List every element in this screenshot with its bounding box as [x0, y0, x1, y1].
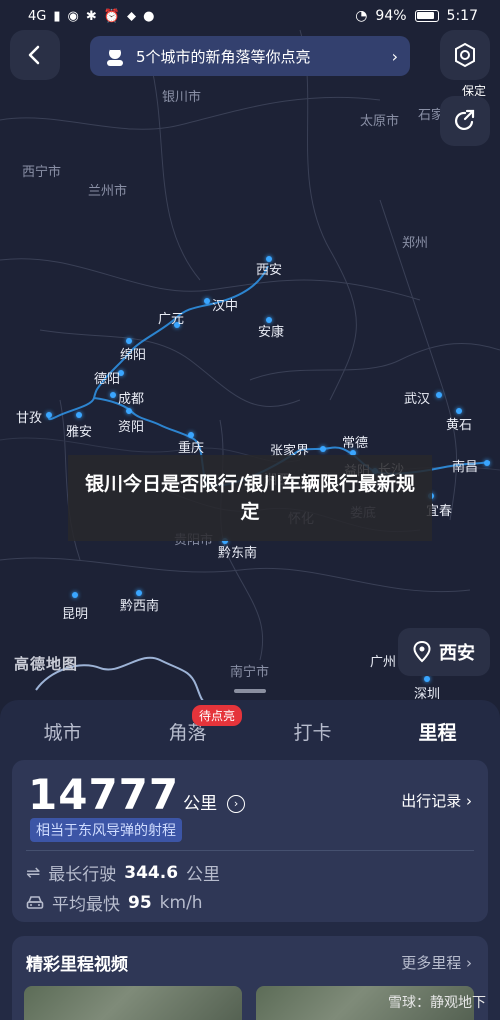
location-pin-icon — [413, 641, 431, 663]
city-nanchang: 南昌 — [452, 460, 479, 475]
banner-text: 5个城市的新角落等你点亮 — [136, 47, 311, 66]
distance-value: 14777 — [28, 770, 180, 819]
city-guangyuan: 广元 — [158, 312, 185, 327]
city-yaan: 雅安 — [66, 425, 93, 440]
mileage-stats-card: 14777 公里 › 出行记录 › 相当于东风导弹的射程 ⇌ 最长行驶 344.… — [12, 760, 488, 922]
gear-icon — [455, 42, 475, 68]
current-location-button[interactable]: 西安 — [398, 628, 490, 676]
more-videos-link[interactable]: 更多里程 › — [401, 952, 472, 973]
route-point — [72, 592, 78, 598]
chevron-left-icon — [28, 45, 40, 65]
city-kunming: 昆明 — [62, 607, 89, 622]
map-view[interactable]: 银川市 太原市 石家 西宁市 兰州市 郑州 西安 汉中 广元 安康 绵阳 德阳 … — [0, 0, 500, 720]
city-yinchuan: 银川市 — [162, 90, 202, 105]
route-point — [436, 392, 442, 398]
city-lanzhou: 兰州市 — [88, 184, 128, 199]
divider — [26, 850, 474, 851]
status-bar: 4G ▮ ◉ ✱ ⏰ ⬥ ● ◔ 94% 5:17 — [0, 0, 500, 32]
mic-icon: ● — [143, 8, 155, 24]
network-indicator: 4G — [28, 8, 47, 24]
tab-mileage[interactable]: 里程 — [393, 718, 483, 770]
travel-records-link[interactable]: 出行记录 › — [401, 790, 472, 811]
city-nanning: 南宁市 — [230, 665, 270, 680]
info-icon[interactable]: › — [227, 794, 246, 813]
city-xining: 西宁市 — [22, 165, 62, 180]
map-provider-logo: 高德地图 — [14, 655, 79, 673]
city-mianyang: 绵阳 — [120, 348, 147, 363]
battery-percent: 94% — [375, 8, 407, 24]
longest-drive-row: ⇌ 最长行驶 344.6 公里 — [26, 860, 221, 886]
bluetooth-icon: ✱ — [85, 8, 97, 24]
distance-comparison-tag: 相当于东风导弹的射程 — [30, 818, 182, 842]
total-distance: 14777 公里 › — [28, 770, 246, 819]
longest-unit: 公里 — [186, 865, 221, 885]
car-icon — [26, 895, 44, 909]
route-point — [484, 460, 490, 466]
tab-cities[interactable]: 城市 — [18, 718, 108, 758]
city-zhengzhou: 郑州 — [402, 236, 429, 251]
city-changde: 常德 — [342, 436, 369, 451]
route-point — [76, 412, 82, 418]
city-hanzhong: 汉中 — [212, 299, 239, 314]
chevron-right-icon: › — [391, 46, 398, 66]
signal-icon: ▮ — [53, 8, 61, 24]
video-thumbnail[interactable] — [24, 986, 242, 1020]
city-deyang: 德阳 — [94, 372, 121, 387]
route-point — [320, 446, 326, 452]
location-icon: ⬥ — [126, 8, 137, 24]
fastest-average-row: 平均最快 95 km/h — [26, 890, 203, 915]
eye-icon: ◉ — [67, 8, 79, 24]
city-ganzi: 甘孜 — [16, 411, 43, 426]
clock: 5:17 — [446, 8, 478, 24]
longest-label: 最长行驶 — [48, 865, 117, 885]
explorer-icon — [107, 47, 123, 66]
city-wuhan: 武汉 — [404, 392, 431, 407]
distance-unit: 公里 — [183, 794, 218, 814]
route-point — [126, 408, 132, 414]
videos-title: 精彩里程视频 — [26, 955, 128, 975]
route-point — [424, 676, 430, 682]
city-qianxinan: 黔西南 — [120, 599, 160, 614]
overlay-title: 银川今日是否限行/银川车辆限行最新规定 — [85, 473, 415, 523]
drag-handle[interactable] — [234, 689, 266, 693]
city-guangzhou: 广州 — [370, 655, 397, 670]
current-location-label: 西安 — [439, 643, 475, 664]
city-chongqing: 重庆 — [178, 441, 205, 456]
article-title-overlay: 银川今日是否限行/银川车辆限行最新规定 — [68, 455, 432, 541]
tab-checkin[interactable]: 打卡 — [268, 718, 358, 758]
city-chengdu: 成都 — [118, 392, 145, 407]
new-corners-banner[interactable]: 5个城市的新角落等你点亮 › — [90, 36, 410, 76]
tab-bar: 城市 角落 打卡 里程 待点亮 — [0, 700, 500, 770]
pending-badge: 待点亮 — [192, 705, 243, 726]
longest-value: 344.6 — [124, 862, 179, 883]
route-point — [110, 392, 116, 398]
alarm-icon: ⏰ — [103, 8, 120, 24]
route-icon: ⇌ — [26, 862, 41, 883]
fastest-value: 95 — [128, 892, 152, 913]
back-button[interactable] — [10, 30, 60, 80]
city-ankang: 安康 — [258, 325, 285, 340]
city-taiyuan: 太原市 — [360, 114, 400, 129]
city-ziyang: 资阳 — [118, 420, 145, 435]
wifi-icon: ◔ — [355, 8, 368, 24]
city-xian: 西安 — [256, 263, 283, 278]
fastest-unit: km/h — [159, 892, 203, 913]
bottom-panel: 城市 角落 打卡 里程 待点亮 14777 公里 › 出行记录 › 相当于东风导… — [0, 700, 500, 1020]
route-point — [46, 412, 52, 418]
battery-icon — [414, 10, 439, 22]
share-button[interactable] — [440, 96, 490, 146]
route-point — [204, 298, 210, 304]
city-huangshi: 黄石 — [446, 418, 473, 433]
share-icon — [454, 109, 475, 131]
settings-button[interactable] — [440, 30, 490, 80]
fastest-label: 平均最快 — [52, 895, 120, 915]
source-watermark: 雪球：静观地下 — [388, 995, 486, 1011]
city-qiandongnan: 黔东南 — [218, 546, 258, 561]
